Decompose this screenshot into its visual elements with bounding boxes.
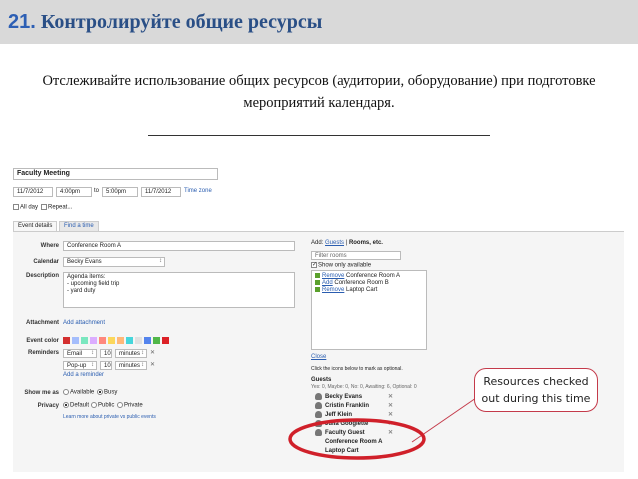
callout-text-line2: out during this time (481, 392, 591, 405)
callout-box: Resources checked out during this time (474, 368, 598, 412)
callout-text-line1: Resources checked (483, 375, 589, 388)
slide: 21. Контролируйте общие ресурсы Отслежив… (0, 0, 638, 479)
highlight-ellipse (288, 418, 426, 460)
